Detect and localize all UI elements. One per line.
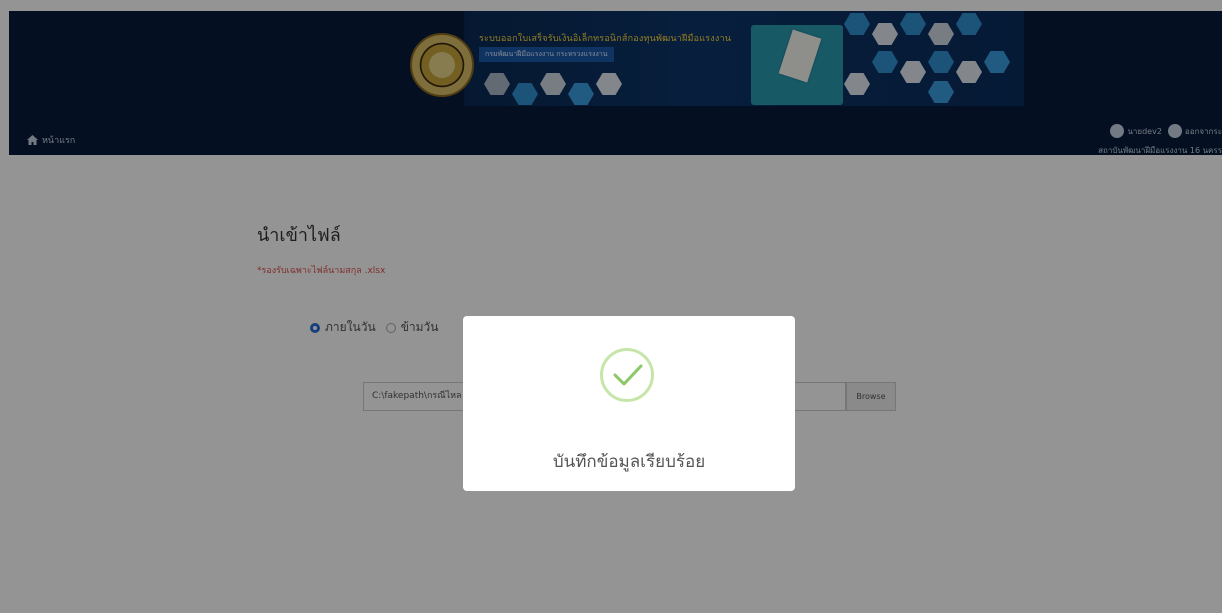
- success-check-icon: [600, 348, 654, 402]
- modal-overlay[interactable]: [0, 0, 1222, 613]
- success-modal: บันทึกข้อมูลเรียบร้อย: [463, 316, 795, 491]
- success-message: บันทึกข้อมูลเรียบร้อย: [552, 452, 706, 472]
